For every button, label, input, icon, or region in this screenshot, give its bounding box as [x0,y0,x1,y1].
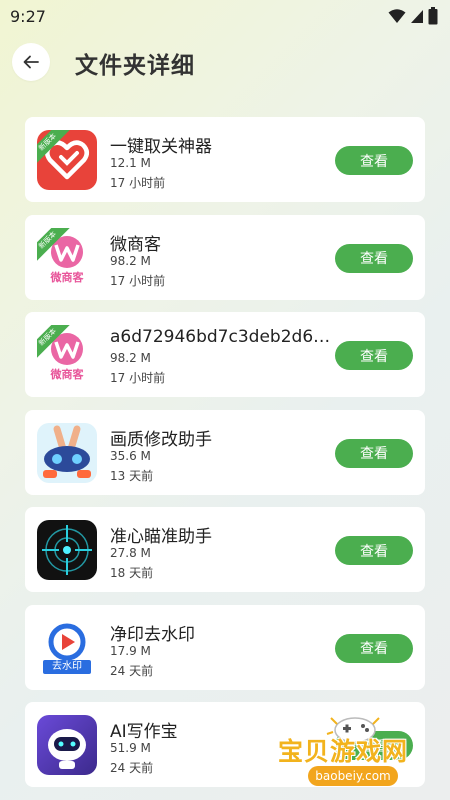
app-card[interactable]: 画质修改助手 35.6 M 13 天前 查看 [25,409,425,495]
page-title: 文件夹详细 [75,53,195,79]
app-size: 98.2 M [110,253,151,268]
app-size: 12.1 M [110,156,151,170]
signal-icon [411,10,423,23]
app-card[interactable]: 准心瞄准助手 27.8 M 18 天前 查看 [25,507,425,592]
app-time: 17 小时前 [110,176,166,190]
app-time: 24 天前 [110,663,154,678]
header: 文件夹详细 [0,32,450,94]
app-card[interactable]: 微商客 新版本 微商客 98.2 M 17 小时前 查看 [25,214,425,300]
play-app-icon: 去水印 [37,617,97,678]
view-button[interactable]: 查看 [335,341,413,370]
weishangke-app-icon: 微商客 新版本 [37,325,97,385]
app-time: 17 小时前 [110,273,166,288]
app-size: 51.9 M [110,741,151,755]
app-name: 准心瞄准助手 [110,527,212,547]
app-name: 微商客 [110,234,161,255]
view-button[interactable]: 查看 [335,633,413,663]
arrow-left-icon [23,55,39,69]
watermark: 宝贝游戏网 baobeiy.com [270,708,450,800]
view-button[interactable]: 查看 [335,536,413,565]
weishangke-app-icon: 微商客 新版本 [37,227,97,288]
watermark-text: 宝贝游戏网 [278,737,409,766]
robot-app-icon [37,715,97,775]
crosshair-app-icon [37,520,97,580]
app-time: 13 天前 [110,468,154,483]
heart-app-icon: 新版本 [37,130,97,190]
status-icons [388,7,438,25]
gamepad-app-icon [37,422,97,483]
app-name: 一键取关神器 [110,137,212,157]
status-bar: 9:27 [0,0,450,32]
app-card[interactable]: 微商客 新版本 a6d72946bd7c3deb2d662... 98.2 M 17 小… [25,312,425,397]
app-size: 98.2 M [110,351,151,365]
watermark-url: baobeiy.com [308,766,398,786]
app-card[interactable]: 去水印 净印去水印 17.9 M 24 天前 查看 [25,604,425,690]
app-time: 24 天前 [110,761,154,775]
wifi-icon [388,9,406,23]
app-icon-caption: 微商客 [50,368,84,381]
app-name: 净印去水印 [110,624,195,645]
app-name: a6d72946bd7c3deb2d662... [110,327,335,347]
app-size: 27.8 M [110,546,151,560]
view-button[interactable]: 查看 [335,243,413,273]
app-time: 18 天前 [110,566,154,580]
app-name: 画质修改助手 [110,429,212,450]
status-time: 9:27 [10,6,46,26]
app-size: 35.6 M [110,448,151,463]
app-card[interactable]: 新版本 一键取关神器 12.1 M 17 小时前 查看 [25,117,425,202]
battery-icon [428,7,438,25]
app-time: 17 小时前 [110,371,166,385]
view-button[interactable]: 查看 [335,146,413,175]
app-size: 17.9 M [110,643,151,658]
back-button[interactable] [12,43,50,81]
view-button[interactable]: 查看 [335,438,413,468]
app-icon-caption: 微商客 [50,270,84,284]
app-icon-caption: 去水印 [43,659,91,674]
